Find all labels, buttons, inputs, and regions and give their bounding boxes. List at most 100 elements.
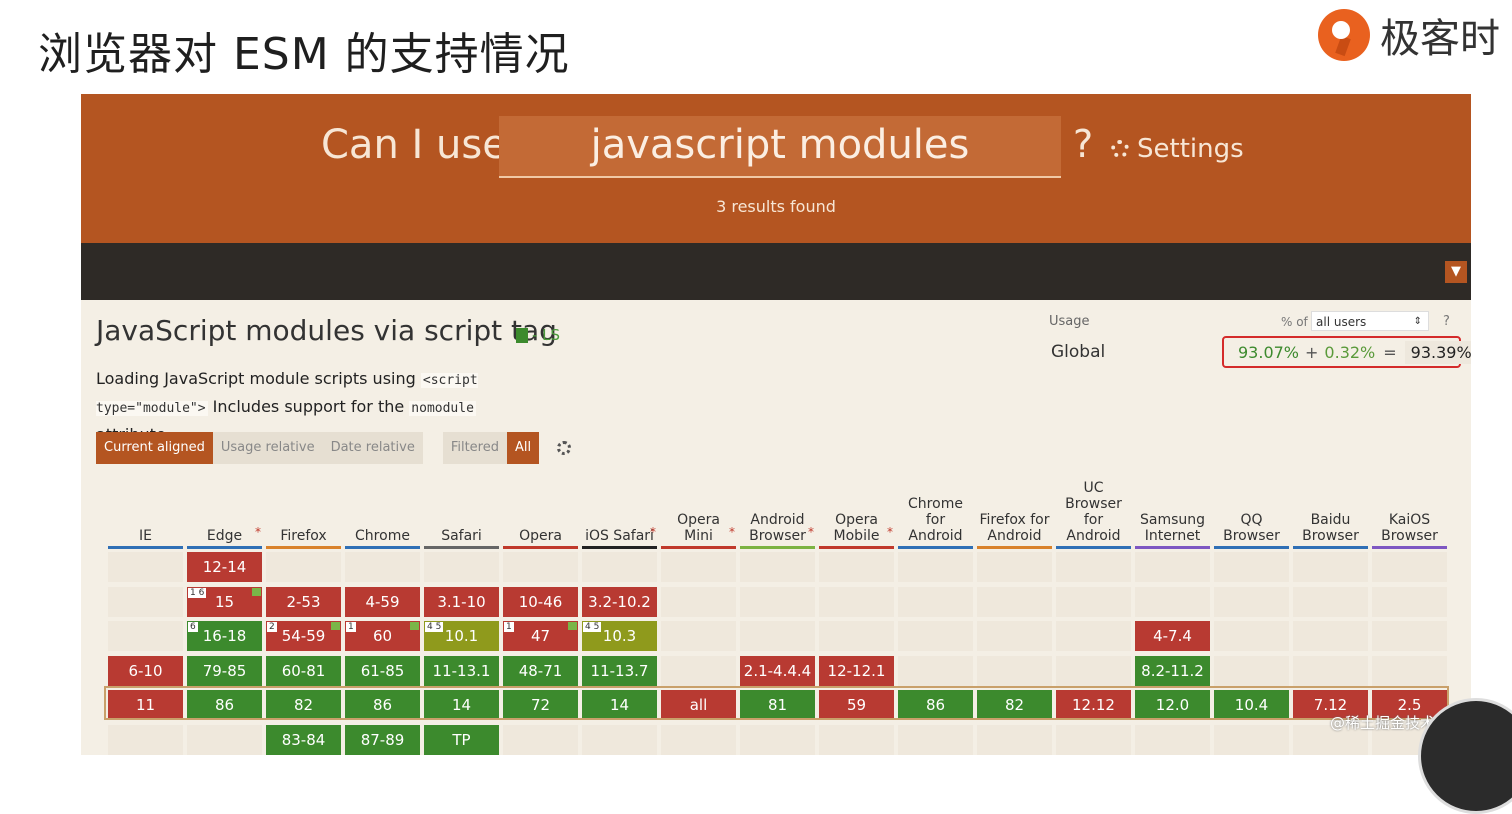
- document-icon: [516, 327, 528, 343]
- browser-header[interactable]: UC Browser for Android: [1056, 474, 1131, 544]
- note-marker: 1 6: [188, 587, 207, 598]
- support-cell[interactable]: 48-71: [503, 655, 578, 686]
- support-cell[interactable]: 11-13.7: [582, 655, 657, 686]
- support-cell[interactable]: 61-85: [345, 655, 420, 686]
- support-cell[interactable]: 4-59: [345, 586, 420, 617]
- support-cell[interactable]: 12-12.1: [819, 655, 894, 686]
- browser-header[interactable]: Samsung Internet: [1135, 474, 1210, 544]
- support-cell[interactable]: 60-81: [266, 655, 341, 686]
- empty-cell: [740, 621, 815, 651]
- browser-header[interactable]: Opera Mobile *: [819, 474, 894, 544]
- support-cell[interactable]: 87-89: [345, 724, 420, 755]
- support-cell[interactable]: 11-13.1: [424, 655, 499, 686]
- support-cell[interactable]: 4-7.4: [1135, 621, 1210, 651]
- browser-header[interactable]: KaiOS Browser: [1372, 474, 1447, 544]
- empty-cell: [503, 724, 578, 755]
- usage-supported: 93.07%: [1238, 342, 1300, 362]
- browser-header[interactable]: Chrome: [345, 474, 420, 544]
- browser-header[interactable]: Firefox: [266, 474, 341, 544]
- results-count: 3 results found: [716, 197, 836, 216]
- browser-header[interactable]: Chrome for Android: [898, 474, 973, 544]
- support-cell[interactable]: TP: [424, 724, 499, 755]
- empty-cell: [1135, 586, 1210, 617]
- support-cell[interactable]: 83-84: [266, 724, 341, 755]
- usage-total: 93.39%: [1404, 340, 1471, 364]
- support-cell[interactable]: 3.1-10: [424, 586, 499, 617]
- settings-button[interactable]: Settings: [1111, 134, 1244, 164]
- empty-cell: [1293, 655, 1368, 686]
- browser-name: Chrome for Android: [908, 496, 963, 544]
- note-star: *: [255, 525, 261, 539]
- support-cell[interactable]: 3.2-10.2: [582, 586, 657, 617]
- support-cell[interactable]: 12-14: [187, 552, 262, 582]
- search-input[interactable]: javascript modules: [499, 116, 1061, 178]
- browser-name: KaiOS Browser: [1381, 512, 1438, 544]
- browser-header[interactable]: Android Browser *: [740, 474, 815, 544]
- date-relative-tab[interactable]: Date relative: [322, 432, 423, 464]
- usage-label: Usage: [1049, 314, 1090, 329]
- users-select[interactable]: all users ⇕: [1311, 311, 1429, 331]
- support-cell[interactable]: 54-59 2: [266, 621, 341, 651]
- empty-cell: [819, 586, 894, 617]
- percent-of-label: % of: [1281, 315, 1308, 329]
- browser-color-bar: [977, 546, 1052, 549]
- support-cell[interactable]: 79-85: [187, 655, 262, 686]
- all-tab[interactable]: All: [507, 432, 540, 464]
- empty-cell: [898, 655, 973, 686]
- empty-cell: [898, 552, 973, 582]
- support-cell[interactable]: 10-46: [503, 586, 578, 617]
- support-cell[interactable]: 15 1 6: [187, 586, 262, 617]
- browser-name: Opera Mobile: [833, 512, 880, 544]
- browser-header[interactable]: Opera: [503, 474, 578, 544]
- empty-cell: [108, 621, 183, 651]
- empty-cell: [108, 552, 183, 582]
- support-cell[interactable]: 2.1-4.4.4: [740, 655, 815, 686]
- browser-header[interactable]: Baidu Browser: [1293, 474, 1368, 544]
- support-cell[interactable]: 16-18 6: [187, 621, 262, 651]
- browser-color-bar: [503, 546, 578, 549]
- browser-header[interactable]: QQ Browser: [1214, 474, 1289, 544]
- support-cell[interactable]: 6-10: [108, 655, 183, 686]
- empty-cell: [661, 586, 736, 617]
- support-cell[interactable]: 10.1 4 5: [424, 621, 499, 651]
- current-version-row-outline: [104, 686, 1449, 720]
- support-cell[interactable]: 8.2-11.2: [1135, 655, 1210, 686]
- empty-cell: [1056, 655, 1131, 686]
- help-button[interactable]: ?: [1073, 122, 1093, 166]
- gear-icon[interactable]: [557, 441, 572, 455]
- empty-cell: [187, 724, 262, 755]
- browser-color-bar: [187, 546, 262, 549]
- browser-header[interactable]: iOS Safari *: [582, 474, 657, 544]
- filtered-tab[interactable]: Filtered: [442, 432, 507, 464]
- browser-header[interactable]: Edge *: [187, 474, 262, 544]
- empty-cell: [582, 552, 657, 582]
- support-cell[interactable]: 10.3 4 5: [582, 621, 657, 651]
- feature-title[interactable]: JavaScript modules via script tag: [96, 314, 557, 347]
- empty-cell: [424, 552, 499, 582]
- empty-cell: [898, 621, 973, 651]
- slide-title: 浏览器对 ESM 的支持情况: [38, 29, 570, 80]
- filter-icon[interactable]: ▼: [1445, 261, 1467, 283]
- empty-cell: [1293, 621, 1368, 651]
- support-cell[interactable]: 2-53: [266, 586, 341, 617]
- note-star: *: [729, 525, 735, 539]
- usage-help-button[interactable]: ?: [1443, 314, 1450, 329]
- empty-cell: [898, 724, 973, 755]
- browser-header[interactable]: Firefox for Android: [977, 474, 1052, 544]
- browser-name: iOS Safari: [585, 528, 654, 544]
- browser-name: UC Browser for Android: [1065, 480, 1122, 544]
- browser-name: Opera: [519, 528, 562, 544]
- empty-cell: [1056, 552, 1131, 582]
- support-cell[interactable]: 60 1: [345, 621, 420, 651]
- browser-header[interactable]: Safari: [424, 474, 499, 544]
- empty-cell: [740, 724, 815, 755]
- support-cell[interactable]: 47 1: [503, 621, 578, 651]
- empty-cell: [1293, 586, 1368, 617]
- browser-name: Edge: [206, 528, 243, 544]
- browser-header[interactable]: Opera Mini *: [661, 474, 736, 544]
- usage-relative-tab[interactable]: Usage relative: [212, 432, 323, 464]
- current-aligned-tab[interactable]: Current aligned: [96, 432, 213, 464]
- browser-header[interactable]: IE: [108, 474, 183, 544]
- ls-badge[interactable]: - LS: [516, 326, 560, 344]
- note-star: *: [887, 525, 893, 539]
